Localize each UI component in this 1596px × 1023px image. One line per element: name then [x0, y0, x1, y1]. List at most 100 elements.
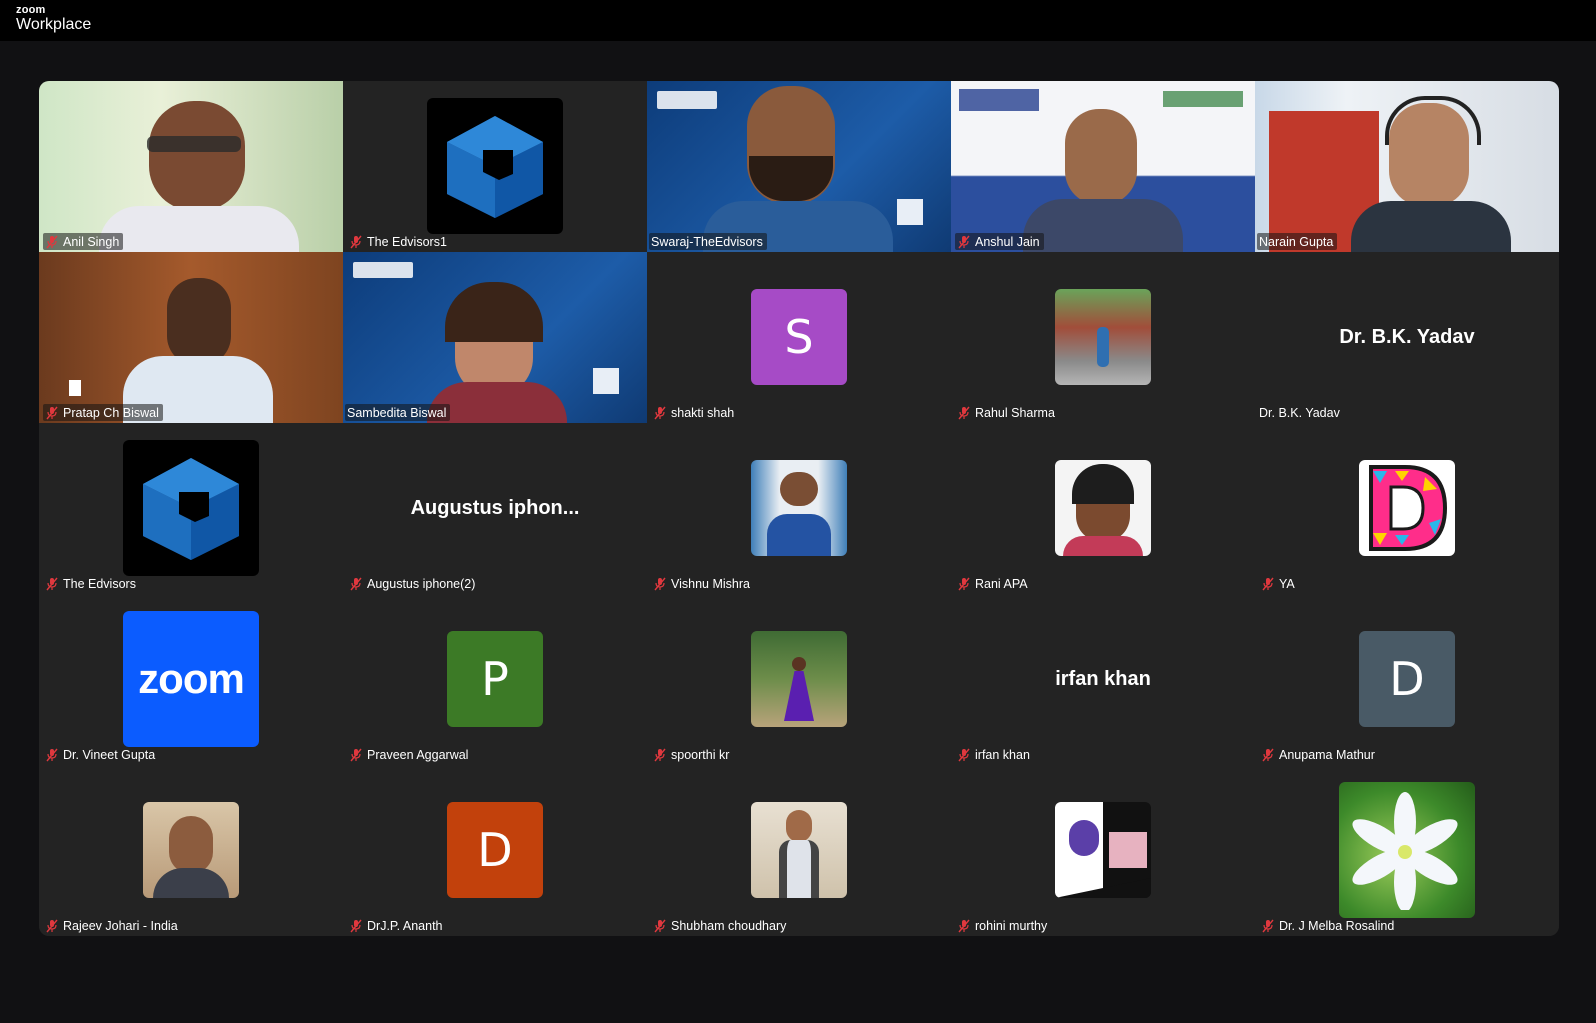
- participant-name: spoorthi kr: [671, 747, 730, 762]
- muted-mic-icon: [350, 919, 362, 932]
- participant-name-bar: spoorthi kr: [651, 746, 733, 763]
- participant-name-bar: Narain Gupta: [1257, 233, 1338, 250]
- participant-display-name: irfan khan: [1055, 668, 1151, 690]
- muted-mic-icon: [654, 577, 666, 590]
- participant-tile[interactable]: Dr. B.K. Yadav Dr. B.K. Yadav: [1255, 252, 1559, 423]
- flower-photo-icon: [1339, 782, 1475, 918]
- participant-tile[interactable]: Rahul Sharma: [951, 252, 1255, 423]
- participant-name-bar: Rani APA: [955, 575, 1032, 592]
- participant-name-bar: Praveen Aggarwal: [347, 746, 472, 763]
- muted-mic-icon: [350, 748, 362, 761]
- video-feed: [39, 252, 343, 423]
- participant-name: Augustus iphone(2): [367, 576, 476, 591]
- video-feed: [39, 81, 343, 252]
- muted-mic-icon: [958, 577, 970, 590]
- participant-photo: [1055, 802, 1151, 898]
- participant-tile[interactable]: Shubham choudhary: [647, 765, 951, 936]
- participant-tile[interactable]: Anshul Jain: [951, 81, 1255, 252]
- participant-tile[interactable]: Narain Gupta: [1255, 81, 1559, 252]
- muted-mic-icon: [958, 748, 970, 761]
- participant-name: Rajeev Johari - India: [63, 918, 178, 933]
- participant-name-bar: Shubham choudhary: [651, 917, 790, 934]
- participant-tile[interactable]: Rani APA: [951, 423, 1255, 594]
- muted-mic-icon: [350, 577, 362, 590]
- participant-tile[interactable]: The Edvisors: [39, 423, 343, 594]
- participant-tile[interactable]: zoom Dr. Vineet Gupta: [39, 594, 343, 765]
- participant-name-bar: irfan khan: [955, 746, 1034, 763]
- participant-name: Rahul Sharma: [975, 405, 1055, 420]
- participant-name-bar: The Edvisors: [43, 575, 140, 592]
- letter-d-graphic-icon: [1359, 460, 1455, 556]
- participant-photo: [1055, 460, 1151, 556]
- participant-name: Rani APA: [975, 576, 1028, 591]
- participant-name-bar: rohini murthy: [955, 917, 1051, 934]
- participant-name: Dr. B.K. Yadav: [1259, 405, 1340, 420]
- participant-name: rohini murthy: [975, 918, 1048, 933]
- muted-mic-icon: [1262, 919, 1274, 932]
- muted-mic-icon: [46, 919, 58, 932]
- participant-name: Anshul Jain: [975, 234, 1040, 249]
- participant-name: Narain Gupta: [1259, 234, 1334, 249]
- participant-tile[interactable]: irfan khan irfan khan: [951, 594, 1255, 765]
- participant-photo: [143, 802, 239, 898]
- participant-tile[interactable]: Anil Singh: [39, 81, 343, 252]
- participant-avatar: P: [447, 631, 543, 727]
- avatar-initial: D: [1389, 652, 1425, 706]
- participant-name-bar: Rahul Sharma: [955, 404, 1059, 421]
- participant-tile[interactable]: Augustus iphon... Augustus iphone(2): [343, 423, 647, 594]
- participant-tile[interactable]: Pratap Ch Biswal: [39, 252, 343, 423]
- participant-avatar: D: [447, 802, 543, 898]
- participant-name-bar: Anshul Jain: [955, 233, 1044, 250]
- participant-tile[interactable]: D Anupama Mathur: [1255, 594, 1559, 765]
- edvisors-logo-icon: [123, 440, 259, 576]
- participant-name: Praveen Aggarwal: [367, 747, 469, 762]
- participant-name: Vishnu Mishra: [671, 576, 750, 591]
- participant-tile-active-speaker[interactable]: Swaraj-TheEdvisors: [647, 81, 951, 252]
- participant-name: shakti shah: [671, 405, 735, 420]
- participant-tile[interactable]: The Edvisors1: [343, 81, 647, 252]
- participant-name-bar: Augustus iphone(2): [347, 575, 479, 592]
- muted-mic-icon: [654, 406, 666, 419]
- participant-avatar: D: [1359, 631, 1455, 727]
- muted-mic-icon: [958, 406, 970, 419]
- participant-name: Dr. J Melba Rosalind: [1279, 918, 1395, 933]
- participant-name: Pratap Ch Biswal: [63, 405, 159, 420]
- zoom-logo-text: zoom: [138, 655, 245, 702]
- participant-name: Dr. Vineet Gupta: [63, 747, 156, 762]
- muted-mic-icon: [1262, 577, 1274, 590]
- muted-mic-icon: [654, 919, 666, 932]
- muted-mic-icon: [46, 406, 58, 419]
- participant-name: irfan khan: [975, 747, 1030, 762]
- participant-tile[interactable]: rohini murthy: [951, 765, 1255, 936]
- participant-tile[interactable]: Sambedita Biswal: [343, 252, 647, 423]
- participant-tile[interactable]: YA: [1255, 423, 1559, 594]
- participant-display-name: Augustus iphon...: [410, 497, 580, 519]
- participant-name: Swaraj-TheEdvisors: [651, 234, 763, 249]
- top-bar: zoom Workplace: [0, 0, 1596, 41]
- participant-avatar: S: [751, 289, 847, 385]
- participant-name-bar: Anil Singh: [43, 233, 124, 250]
- muted-mic-icon: [350, 235, 362, 248]
- video-feed: [951, 81, 1255, 252]
- brand-small: zoom: [16, 4, 46, 16]
- brand-name: Workplace: [16, 16, 92, 33]
- participant-name-bar: DrJ.P. Ananth: [347, 917, 447, 934]
- participant-tile[interactable]: S shakti shah: [647, 252, 951, 423]
- participant-name-bar: Sambedita Biswal: [345, 404, 451, 421]
- participant-name-bar: Rajeev Johari - India: [43, 917, 182, 934]
- participant-tile[interactable]: Rajeev Johari - India: [39, 765, 343, 936]
- participant-name-bar: Swaraj-TheEdvisors: [649, 233, 767, 250]
- participant-name: DrJ.P. Ananth: [367, 918, 443, 933]
- participant-tile[interactable]: Dr. J Melba Rosalind: [1255, 765, 1559, 936]
- muted-mic-icon: [46, 748, 58, 761]
- participant-name: The Edvisors1: [367, 234, 447, 249]
- participant-tile[interactable]: P Praveen Aggarwal: [343, 594, 647, 765]
- video-feed: [1255, 81, 1559, 252]
- participant-tile[interactable]: spoorthi kr: [647, 594, 951, 765]
- participant-name-bar: Dr. B.K. Yadav: [1257, 404, 1344, 421]
- avatar-initial: P: [481, 652, 509, 706]
- participant-tile[interactable]: Vishnu Mishra: [647, 423, 951, 594]
- avatar-initial: S: [784, 310, 814, 364]
- video-feed: [647, 81, 951, 252]
- participant-tile[interactable]: D DrJ.P. Ananth: [343, 765, 647, 936]
